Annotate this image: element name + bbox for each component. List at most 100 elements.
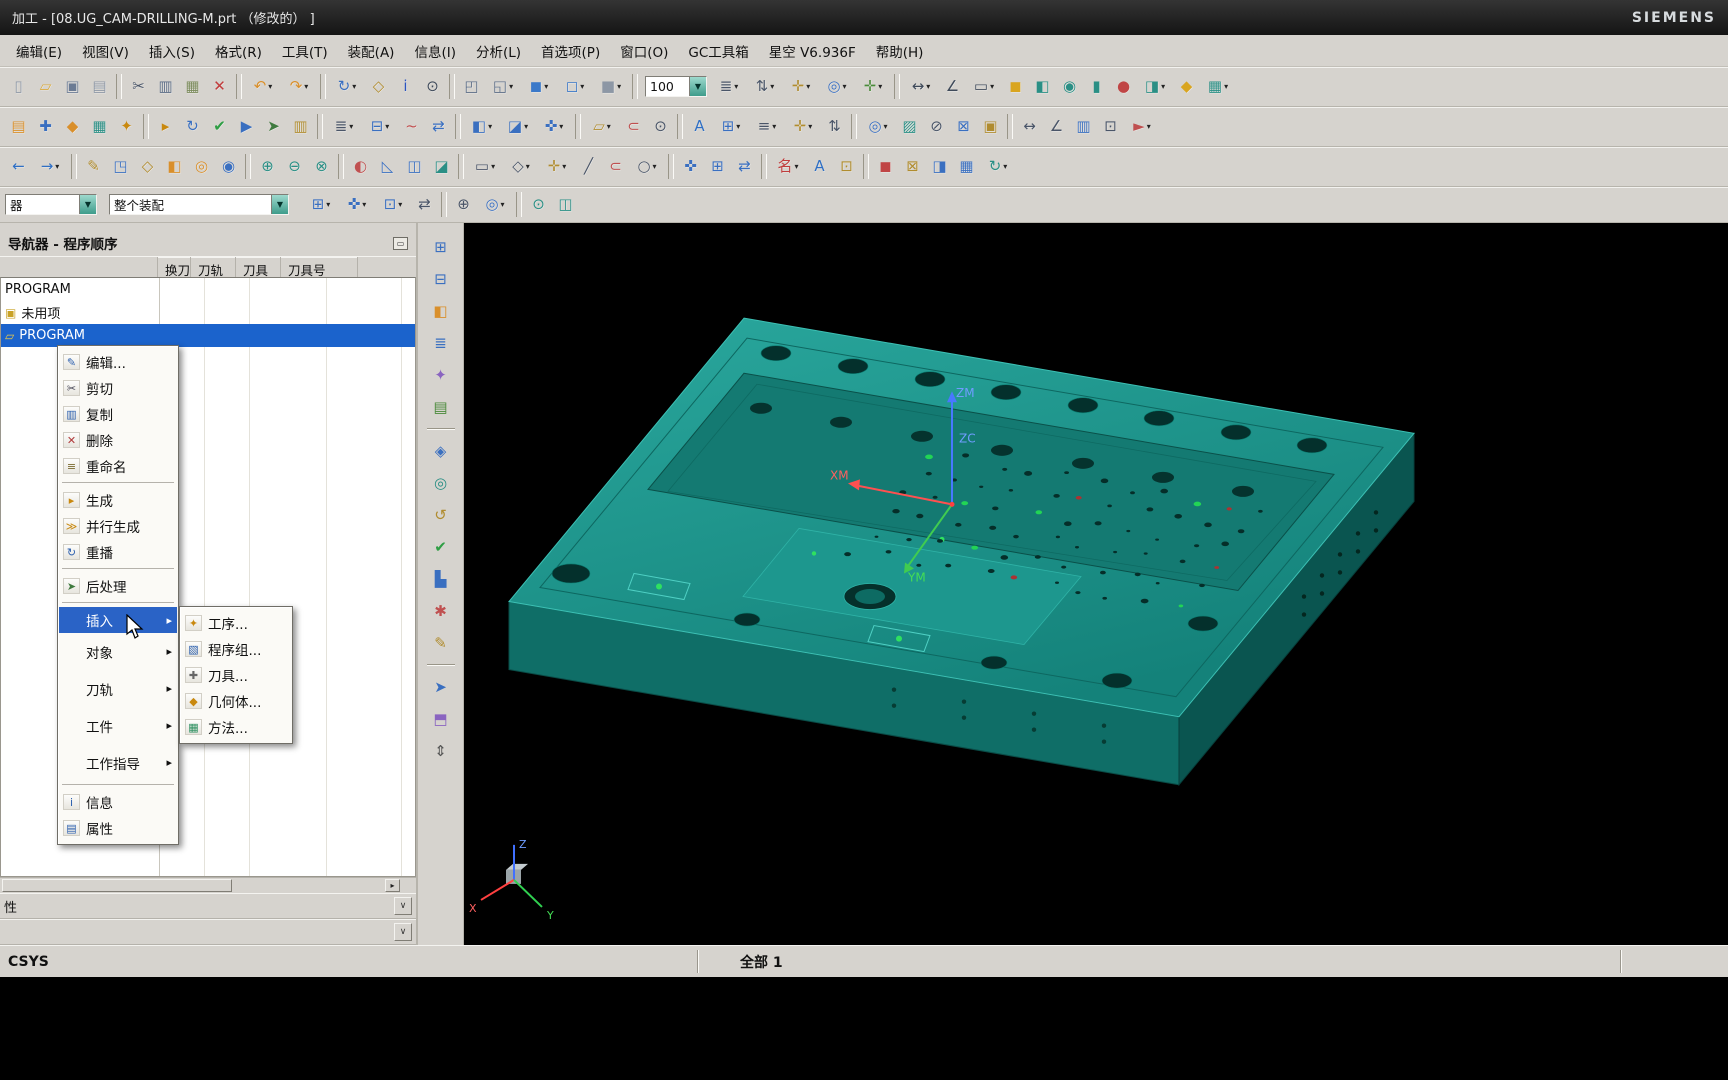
- wcs-dynamics-icon[interactable]: ✛: [785, 113, 821, 140]
- copy-icon[interactable]: ▥: [152, 73, 179, 100]
- clipboard-icon[interactable]: ▥: [1070, 113, 1097, 140]
- machine-tool-icon[interactable]: ⊠: [950, 113, 977, 140]
- menu-item[interactable]: 对象: [59, 633, 177, 670]
- shaded-view-icon[interactable]: ◼: [521, 73, 557, 100]
- move-component-icon[interactable]: ✜: [339, 191, 375, 218]
- ruler-icon[interactable]: ▭: [966, 73, 1002, 100]
- hd3d-tools-icon[interactable]: ◈: [426, 437, 456, 465]
- scrollbar-thumb[interactable]: [2, 879, 232, 892]
- menu-item[interactable]: ▸生成: [59, 487, 177, 513]
- create-method-icon[interactable]: ▦: [86, 113, 113, 140]
- navigator-column-header[interactable]: 换刀: [158, 257, 191, 277]
- menu-item[interactable]: 刀轨: [59, 670, 177, 707]
- zoom-combo[interactable]: 100 ▼: [645, 76, 707, 97]
- paste-icon[interactable]: ▦: [179, 73, 206, 100]
- datum-feature-icon[interactable]: ◆: [1173, 73, 1200, 100]
- measure-icon[interactable]: ↔: [1016, 113, 1043, 140]
- divide-toolpath-icon[interactable]: ◧: [464, 113, 500, 140]
- unite-icon[interactable]: ⊕: [254, 153, 281, 180]
- orient-view-icon[interactable]: ↻: [329, 73, 365, 100]
- navigator-column-header[interactable]: 刀轨: [191, 257, 236, 277]
- manufacturing-wizard-icon[interactable]: ▙: [426, 565, 456, 593]
- extrude-icon[interactable]: ◧: [161, 153, 188, 180]
- arc-icon[interactable]: ⊂: [602, 153, 629, 180]
- trim-body-icon[interactable]: ◪: [428, 153, 455, 180]
- tree-row[interactable]: ▱PROGRAM: [1, 324, 415, 347]
- fit-view-icon[interactable]: ◰: [458, 73, 485, 100]
- grid-face-icon[interactable]: ▦: [953, 153, 980, 180]
- verify-toolpath-icon[interactable]: ✔: [206, 113, 233, 140]
- line-icon[interactable]: ╱: [575, 153, 602, 180]
- menu-item[interactable]: ≡重命名: [59, 453, 177, 479]
- intersect-icon[interactable]: ⊗: [308, 153, 335, 180]
- navigator-horizontal-scrollbar[interactable]: ▸: [0, 877, 416, 893]
- pattern-operation-icon[interactable]: ⊞: [713, 113, 749, 140]
- menu-item[interactable]: ✚刀具...: [181, 662, 291, 688]
- hole-icon[interactable]: ◉: [215, 153, 242, 180]
- reuse-library-icon[interactable]: ▤: [426, 393, 456, 421]
- show-hide-component-icon[interactable]: ⊞: [303, 191, 339, 218]
- annotation-icon[interactable]: A: [686, 113, 713, 140]
- check-geometry-icon[interactable]: ⊙: [647, 113, 674, 140]
- zoom-window-icon[interactable]: ◱: [485, 73, 521, 100]
- assembly-constraints-icon[interactable]: ⊡: [375, 191, 411, 218]
- half-section-icon[interactable]: ◨: [926, 153, 953, 180]
- tree-row[interactable]: ▣未用项: [1, 301, 415, 324]
- datum-csys-icon[interactable]: ◇: [365, 73, 392, 100]
- menu-item[interactable]: ✕删除: [59, 427, 177, 453]
- view-background-icon[interactable]: ■: [593, 73, 629, 100]
- tool-library-icon[interactable]: ▣: [977, 113, 1004, 140]
- drive-curve-icon[interactable]: ⊂: [620, 113, 647, 140]
- point-constructor-icon[interactable]: ⊕: [450, 191, 477, 218]
- gc-toolbox-icon[interactable]: ✱: [426, 597, 456, 625]
- chevron-down-icon[interactable]: ∨: [394, 897, 412, 915]
- browser-icon[interactable]: ◎: [426, 469, 456, 497]
- selection-scope-combo[interactable]: 整个装配 ▼: [109, 194, 289, 215]
- restore-panel-button[interactable]: ▭: [393, 237, 408, 250]
- menu-item[interactable]: ▧程序组...: [181, 636, 291, 662]
- polygon-icon[interactable]: ◇: [503, 153, 539, 180]
- operation-navigator-icon[interactable]: ≣: [426, 329, 456, 357]
- layer-visibility-icon[interactable]: ⇅: [747, 73, 783, 100]
- cylinder-feature-icon[interactable]: ◉: [1056, 73, 1083, 100]
- resource-scroll-icon[interactable]: ⇕: [426, 737, 456, 765]
- menubar-item[interactable]: GC工具箱: [678, 35, 758, 67]
- menu-item[interactable]: ✎编辑...: [59, 349, 177, 375]
- menu-item[interactable]: ✂剪切: [59, 375, 177, 401]
- lock-view-icon[interactable]: ⊡: [1097, 113, 1124, 140]
- mirror-icon[interactable]: ⇄: [731, 153, 758, 180]
- find-component-icon[interactable]: ⊙: [419, 73, 446, 100]
- wcs-display-icon[interactable]: ✛: [783, 73, 819, 100]
- combo-arrow-icon[interactable]: ▼: [689, 77, 706, 96]
- part-navigator-icon[interactable]: ◧: [426, 297, 456, 325]
- replay-toolpath-icon[interactable]: ↻: [179, 113, 206, 140]
- pattern-icon[interactable]: ⊞: [704, 153, 731, 180]
- sketch-in-task-icon[interactable]: ◳: [107, 153, 134, 180]
- shop-documentation-icon[interactable]: ▥: [287, 113, 314, 140]
- move-object-icon[interactable]: ✜: [677, 153, 704, 180]
- details-section-bar[interactable]: ∨: [0, 919, 416, 945]
- notebook-icon[interactable]: ⊡: [833, 153, 860, 180]
- navigator-column-header[interactable]: 刀具: [236, 257, 281, 277]
- menubar-item[interactable]: 星空 V6.936F: [759, 35, 866, 67]
- sphere-feature-icon[interactable]: ●: [1110, 73, 1137, 100]
- point-icon[interactable]: ✛: [539, 153, 575, 180]
- selection-scope-icon[interactable]: ◎: [477, 191, 513, 218]
- menu-item[interactable]: 工作指导: [59, 744, 177, 781]
- assembly-navigator-icon[interactable]: ⊞: [426, 233, 456, 261]
- new-file-icon[interactable]: ▯: [5, 73, 32, 100]
- menu-item[interactable]: ◆几何体...: [181, 688, 291, 714]
- shell-icon[interactable]: ◫: [401, 153, 428, 180]
- trim-toolpath-icon[interactable]: ◪: [500, 113, 536, 140]
- cut-icon[interactable]: ✂: [125, 73, 152, 100]
- roles-icon[interactable]: ➤: [426, 673, 456, 701]
- display-object-icon[interactable]: ◎: [860, 113, 896, 140]
- menu-item[interactable]: ▥复制: [59, 401, 177, 427]
- layer-settings-icon[interactable]: ≣: [711, 73, 747, 100]
- menu-item[interactable]: ↻重播: [59, 539, 177, 565]
- machining-wizard-icon[interactable]: ✦: [426, 361, 456, 389]
- list-toolpath-icon[interactable]: ≣: [326, 113, 362, 140]
- tree-row[interactable]: PROGRAM: [1, 278, 415, 301]
- information-icon[interactable]: i: [392, 73, 419, 100]
- history-icon[interactable]: ↺: [426, 501, 456, 529]
